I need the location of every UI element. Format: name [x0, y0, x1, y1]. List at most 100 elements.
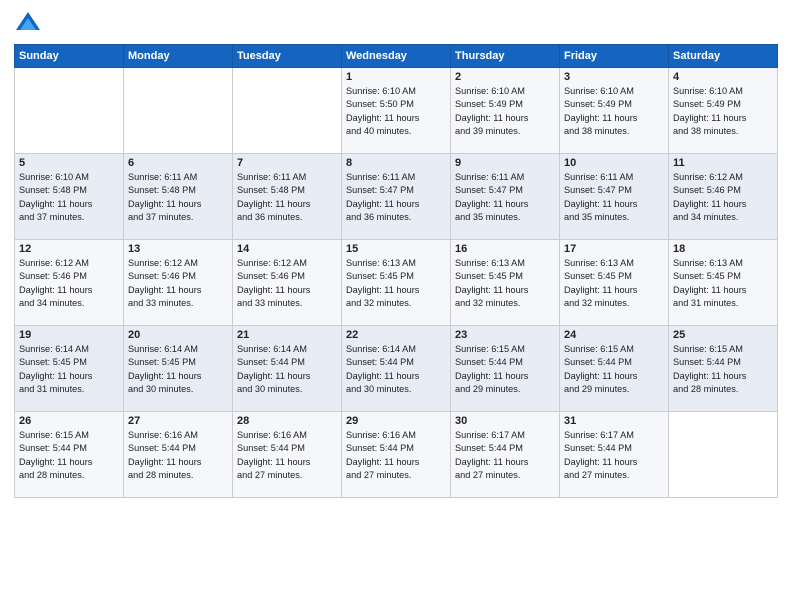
- calendar-day-5: 5 Sunrise: 6:10 AMSunset: 5:48 PMDaylight…: [15, 154, 124, 240]
- calendar-header-wednesday: Wednesday: [342, 45, 451, 68]
- calendar-day-6: 6 Sunrise: 6:11 AMSunset: 5:48 PMDaylight…: [124, 154, 233, 240]
- day-number: 25: [673, 329, 773, 341]
- day-number: 12: [19, 243, 119, 255]
- day-number: 17: [564, 243, 664, 255]
- calendar-day-empty: [124, 68, 233, 154]
- calendar-week-2: 12 Sunrise: 6:12 AMSunset: 5:46 PMDayligh…: [15, 240, 778, 326]
- day-number: 31: [564, 415, 664, 427]
- day-number: 2: [455, 71, 555, 83]
- day-info: Sunrise: 6:17 AMSunset: 5:44 PMDaylight:…: [455, 429, 555, 482]
- calendar-header-saturday: Saturday: [669, 45, 778, 68]
- calendar-week-3: 19 Sunrise: 6:14 AMSunset: 5:45 PMDayligh…: [15, 326, 778, 412]
- day-info: Sunrise: 6:13 AMSunset: 5:45 PMDaylight:…: [455, 257, 555, 310]
- day-number: 28: [237, 415, 337, 427]
- day-info: Sunrise: 6:17 AMSunset: 5:44 PMDaylight:…: [564, 429, 664, 482]
- calendar-day-18: 18 Sunrise: 6:13 AMSunset: 5:45 PMDayligh…: [669, 240, 778, 326]
- day-info: Sunrise: 6:10 AMSunset: 5:49 PMDaylight:…: [455, 85, 555, 138]
- day-number: 14: [237, 243, 337, 255]
- day-number: 9: [455, 157, 555, 169]
- day-info: Sunrise: 6:11 AMSunset: 5:48 PMDaylight:…: [237, 171, 337, 224]
- day-info: Sunrise: 6:15 AMSunset: 5:44 PMDaylight:…: [19, 429, 119, 482]
- day-info: Sunrise: 6:14 AMSunset: 5:45 PMDaylight:…: [19, 343, 119, 396]
- day-number: 30: [455, 415, 555, 427]
- day-number: 24: [564, 329, 664, 341]
- calendar-day-17: 17 Sunrise: 6:13 AMSunset: 5:45 PMDayligh…: [560, 240, 669, 326]
- calendar-day-7: 7 Sunrise: 6:11 AMSunset: 5:48 PMDaylight…: [233, 154, 342, 240]
- day-info: Sunrise: 6:15 AMSunset: 5:44 PMDaylight:…: [673, 343, 773, 396]
- calendar-day-27: 27 Sunrise: 6:16 AMSunset: 5:44 PMDayligh…: [124, 412, 233, 498]
- logo-icon: [14, 10, 42, 38]
- day-info: Sunrise: 6:13 AMSunset: 5:45 PMDaylight:…: [564, 257, 664, 310]
- day-number: 16: [455, 243, 555, 255]
- calendar-header-friday: Friday: [560, 45, 669, 68]
- day-info: Sunrise: 6:14 AMSunset: 5:45 PMDaylight:…: [128, 343, 228, 396]
- day-info: Sunrise: 6:16 AMSunset: 5:44 PMDaylight:…: [237, 429, 337, 482]
- day-number: 6: [128, 157, 228, 169]
- day-info: Sunrise: 6:10 AMSunset: 5:50 PMDaylight:…: [346, 85, 446, 138]
- calendar-day-15: 15 Sunrise: 6:13 AMSunset: 5:45 PMDayligh…: [342, 240, 451, 326]
- day-number: 8: [346, 157, 446, 169]
- header: [14, 10, 778, 38]
- day-number: 22: [346, 329, 446, 341]
- day-number: 15: [346, 243, 446, 255]
- page: SundayMondayTuesdayWednesdayThursdayFrid…: [0, 0, 792, 612]
- calendar-day-31: 31 Sunrise: 6:17 AMSunset: 5:44 PMDayligh…: [560, 412, 669, 498]
- calendar-day-30: 30 Sunrise: 6:17 AMSunset: 5:44 PMDayligh…: [451, 412, 560, 498]
- day-info: Sunrise: 6:10 AMSunset: 5:49 PMDaylight:…: [673, 85, 773, 138]
- calendar-header-monday: Monday: [124, 45, 233, 68]
- calendar-day-empty: [233, 68, 342, 154]
- day-info: Sunrise: 6:13 AMSunset: 5:45 PMDaylight:…: [673, 257, 773, 310]
- day-number: 27: [128, 415, 228, 427]
- day-number: 3: [564, 71, 664, 83]
- calendar-day-8: 8 Sunrise: 6:11 AMSunset: 5:47 PMDaylight…: [342, 154, 451, 240]
- day-info: Sunrise: 6:10 AMSunset: 5:48 PMDaylight:…: [19, 171, 119, 224]
- calendar-day-14: 14 Sunrise: 6:12 AMSunset: 5:46 PMDayligh…: [233, 240, 342, 326]
- day-number: 23: [455, 329, 555, 341]
- calendar-day-12: 12Sunrise: 6:12 AMSunset: 5:46 PMDayligh…: [15, 240, 124, 326]
- day-info: Sunrise: 6:16 AMSunset: 5:44 PMDaylight:…: [128, 429, 228, 482]
- day-info: Sunrise: 6:12 AMSunset: 5:46 PMDaylight:…: [237, 257, 337, 310]
- day-number: 7: [237, 157, 337, 169]
- day-info: Sunrise: 6:11 AMSunset: 5:48 PMDaylight:…: [128, 171, 228, 224]
- day-info: Sunrise: 6:13 AMSunset: 5:45 PMDaylight:…: [346, 257, 446, 310]
- calendar-header-row: SundayMondayTuesdayWednesdayThursdayFrid…: [15, 45, 778, 68]
- calendar-day-22: 22 Sunrise: 6:14 AMSunset: 5:44 PMDayligh…: [342, 326, 451, 412]
- calendar-day-4: 4Sunrise: 6:10 AMSunset: 5:49 PMDaylight…: [669, 68, 778, 154]
- calendar-day-9: 9Sunrise: 6:11 AMSunset: 5:47 PMDaylight…: [451, 154, 560, 240]
- day-number: 21: [237, 329, 337, 341]
- calendar-day-empty: [15, 68, 124, 154]
- calendar-day-29: 29Sunrise: 6:16 AMSunset: 5:44 PMDayligh…: [342, 412, 451, 498]
- calendar-day-20: 20 Sunrise: 6:14 AMSunset: 5:45 PMDayligh…: [124, 326, 233, 412]
- day-info: Sunrise: 6:16 AMSunset: 5:44 PMDaylight:…: [346, 429, 446, 482]
- day-info: Sunrise: 6:15 AMSunset: 5:44 PMDaylight:…: [455, 343, 555, 396]
- day-info: Sunrise: 6:12 AMSunset: 5:46 PMDaylight:…: [673, 171, 773, 224]
- day-info: Sunrise: 6:12 AMSunset: 5:46 PMDaylight:…: [128, 257, 228, 310]
- day-number: 1: [346, 71, 446, 83]
- day-number: 10: [564, 157, 664, 169]
- calendar-day-2: 2 Sunrise: 6:10 AMSunset: 5:49 PMDaylight…: [451, 68, 560, 154]
- calendar-day-1: 1 Sunrise: 6:10 AMSunset: 5:50 PMDaylight…: [342, 68, 451, 154]
- day-number: 20: [128, 329, 228, 341]
- calendar-header-sunday: Sunday: [15, 45, 124, 68]
- calendar-day-24: 24 Sunrise: 6:15 AMSunset: 5:44 PMDayligh…: [560, 326, 669, 412]
- day-number: 5: [19, 157, 119, 169]
- calendar-week-0: 1 Sunrise: 6:10 AMSunset: 5:50 PMDaylight…: [15, 68, 778, 154]
- day-info: Sunrise: 6:15 AMSunset: 5:44 PMDaylight:…: [564, 343, 664, 396]
- calendar-day-25: 25 Sunrise: 6:15 AMSunset: 5:44 PMDayligh…: [669, 326, 778, 412]
- logo: [14, 10, 46, 38]
- calendar-day-16: 16 Sunrise: 6:13 AMSunset: 5:45 PMDayligh…: [451, 240, 560, 326]
- calendar-day-13: 13Sunrise: 6:12 AMSunset: 5:46 PMDayligh…: [124, 240, 233, 326]
- day-number: 19: [19, 329, 119, 341]
- day-info: Sunrise: 6:14 AMSunset: 5:44 PMDaylight:…: [237, 343, 337, 396]
- calendar-day-23: 23 Sunrise: 6:15 AMSunset: 5:44 PMDayligh…: [451, 326, 560, 412]
- day-number: 26: [19, 415, 119, 427]
- day-info: Sunrise: 6:10 AMSunset: 5:49 PMDaylight:…: [564, 85, 664, 138]
- calendar-day-28: 28 Sunrise: 6:16 AMSunset: 5:44 PMDayligh…: [233, 412, 342, 498]
- calendar-day-3: 3 Sunrise: 6:10 AMSunset: 5:49 PMDaylight…: [560, 68, 669, 154]
- day-info: Sunrise: 6:14 AMSunset: 5:44 PMDaylight:…: [346, 343, 446, 396]
- calendar-week-1: 5 Sunrise: 6:10 AMSunset: 5:48 PMDaylight…: [15, 154, 778, 240]
- day-number: 18: [673, 243, 773, 255]
- calendar: SundayMondayTuesdayWednesdayThursdayFrid…: [14, 44, 778, 498]
- day-info: Sunrise: 6:11 AMSunset: 5:47 PMDaylight:…: [346, 171, 446, 224]
- calendar-day-10: 10Sunrise: 6:11 AMSunset: 5:47 PMDayligh…: [560, 154, 669, 240]
